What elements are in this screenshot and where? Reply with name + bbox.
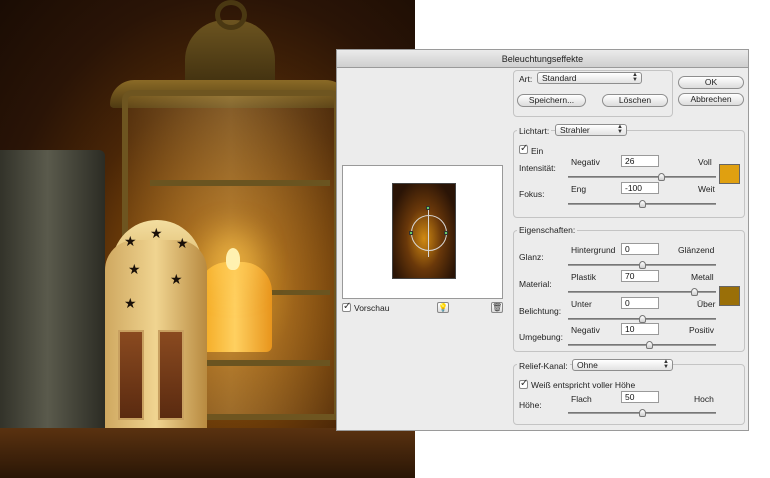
updown-arrows-icon: ▲ ▼ [663,359,669,370]
exposure-max-label: Über [697,299,716,309]
ambience-min-label: Negativ [571,325,600,335]
lantern-pane-shape [118,330,144,420]
style-label: Art: [519,74,533,84]
preview-area[interactable] [342,165,503,299]
exposure-field[interactable]: 0 [621,297,659,309]
intensity-field[interactable]: 26 [621,155,659,167]
texture-select[interactable]: Ohne ▲ ▼ [572,359,673,371]
intensity-slider-thumb[interactable] [658,173,666,181]
properties-color-swatch[interactable] [719,286,740,306]
light-handle[interactable] [409,231,413,235]
exposure-label: Belichtung: [519,306,562,316]
gloss-label: Glanz: [519,252,544,262]
light-handle[interactable] [426,206,430,210]
star-icon: ★ [124,233,137,249]
ambience-label: Umgebung: [519,332,563,342]
trash-icon[interactable]: 🗑 [491,302,503,313]
gloss-max-label: Glänzend [678,245,715,255]
properties-label: Eigenschaften: [517,225,578,235]
light-bulb-icon[interactable]: 💡 [437,302,449,313]
light-on-checkbox[interactable] [519,143,528,154]
exposure-slider-thumb[interactable] [639,315,646,323]
exposure-min-label: Unter [571,299,592,309]
white-is-high-label: Weiß entspricht voller Höhe [531,380,636,390]
light-direction-line [428,209,429,257]
material-min-label: Plastik [571,272,597,282]
material-max-label: Metall [691,272,714,282]
focus-field[interactable]: -100 [621,182,659,194]
height-field[interactable]: 50 [621,391,659,403]
ambience-slider-thumb[interactable] [646,341,654,349]
light-on-label: Ein [531,146,544,156]
flame-shape [226,248,240,270]
gloss-min-label: Hintergrund [571,245,616,255]
cancel-button[interactable]: Abbrechen [678,93,744,106]
star-icon: ★ [124,295,137,311]
ambience-slider[interactable] [568,341,716,349]
height-min-label: Flach [571,394,592,404]
preview-checkbox[interactable] [342,301,351,312]
gloss-slider-thumb[interactable] [639,261,646,269]
focus-min-label: Eng [571,184,587,194]
lantern-bar [150,180,330,186]
light-color-swatch[interactable] [719,164,740,184]
lantern-pane-shape [158,330,184,420]
shelf-shape [0,428,415,478]
style-select-value: Standard [542,73,577,83]
focus-slider[interactable] [568,200,716,208]
white-is-high-checkbox[interactable] [519,378,528,389]
light-type-select-value: Strahler [560,125,590,135]
height-max-label: Hoch [694,394,714,404]
updown-arrows-icon: ▲ ▼ [617,124,623,135]
gloss-field[interactable]: 0 [621,243,659,255]
height-label: Höhe: [519,400,542,410]
left-lantern-shape [0,150,105,450]
light-handle[interactable] [444,231,448,235]
intensity-slider[interactable] [568,173,716,181]
lantern-ring-shape [215,0,247,30]
intensity-label: Intensität: [519,163,556,173]
material-slider[interactable] [568,288,716,296]
lighting-effects-dialog: Beleuchtungseffekte Vorschau 💡 🗑 Art: St… [336,49,749,431]
star-icon: ★ [176,235,189,251]
ok-button[interactable]: OK [678,76,744,89]
candle-shape [198,262,272,352]
focus-slider-thumb[interactable] [639,200,646,208]
save-style-button[interactable]: Speichern... [517,94,586,107]
material-slider-thumb[interactable] [690,288,698,296]
dialog-title: Beleuchtungseffekte [337,50,748,68]
light-type-select[interactable]: Strahler ▲ ▼ [555,124,627,136]
height-slider-thumb[interactable] [639,409,646,417]
star-icon: ★ [170,271,183,287]
star-icon: ★ [128,261,141,277]
preview-label: Vorschau [354,303,390,313]
light-ellipse-handle[interactable] [411,215,447,251]
style-select[interactable]: Standard ▲ ▼ [537,72,642,84]
texture-select-value: Ohne [577,360,598,370]
star-icon: ★ [150,225,163,241]
intensity-max-label: Voll [698,157,712,167]
gloss-slider[interactable] [568,261,716,269]
material-field[interactable]: 70 [621,270,659,282]
intensity-min-label: Negativ [571,157,600,167]
light-type-label: Lichtart: [517,126,552,136]
focus-max-label: Weit [698,184,715,194]
exposure-slider[interactable] [568,315,716,323]
material-label: Material: [519,279,552,289]
focus-label: Fokus: [519,189,545,199]
height-slider[interactable] [568,409,716,417]
updown-arrows-icon: ▲ ▼ [632,72,638,83]
ambience-field[interactable]: 10 [621,323,659,335]
preview-thumbnail [392,183,456,279]
ambience-max-label: Positiv [689,325,715,335]
texture-label: Relief-Kanal: [517,361,570,371]
delete-style-button[interactable]: Löschen [602,94,668,107]
